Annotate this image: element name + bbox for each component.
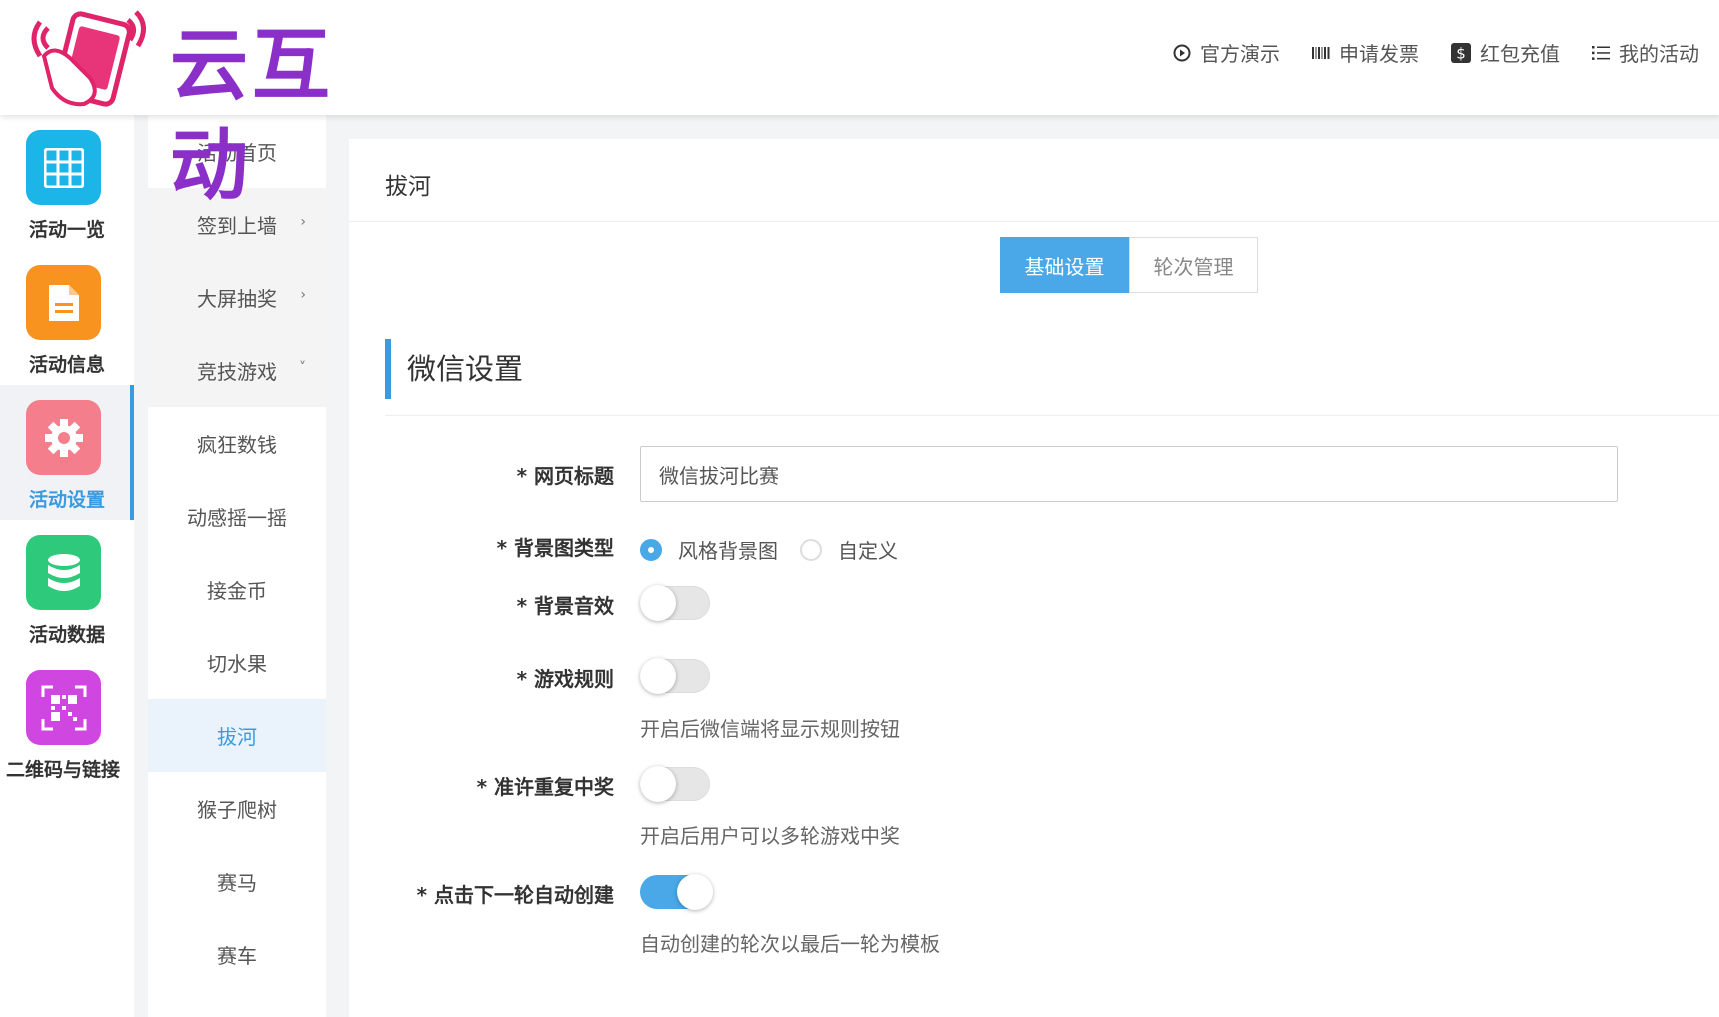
chevron-down-icon: ˅ xyxy=(299,360,306,376)
submenu-label: 切水果 xyxy=(207,652,267,676)
active-indicator xyxy=(130,385,134,520)
repeat-win-field-label: * 准许重复中奖 xyxy=(476,775,614,799)
submenu-fruit-slice[interactable]: 切水果 xyxy=(148,626,326,699)
sidebar-item-label: 活动一览 xyxy=(28,219,105,241)
radio-checked-icon xyxy=(640,538,662,561)
activity-data-tile xyxy=(26,535,101,610)
submenu-tug-of-war[interactable]: 拔河 xyxy=(148,699,326,772)
radio-label: 风格背景图 xyxy=(678,539,778,563)
sidebar-item-activity-data[interactable]: 活动数据 xyxy=(0,520,134,655)
submenu-label: 大屏抽奖 xyxy=(197,287,277,311)
submenu-competitive-games[interactable]: 竞技游戏 ˅ xyxy=(148,334,326,407)
brand-name: 云互动 xyxy=(170,21,335,211)
qrcode-links-tile xyxy=(26,670,101,745)
document-icon xyxy=(48,284,79,321)
activity-settings-tile xyxy=(26,400,101,475)
toggle-knob xyxy=(677,874,713,910)
qrcode-icon xyxy=(41,685,86,730)
primary-sidebar: 活动一览 活动信息 活动设置 活动数据 二维码与链接 xyxy=(0,115,134,1017)
auto-create-hint: 自动创建的轮次以最后一轮为模板 xyxy=(640,932,940,956)
submenu-label: 赛马 xyxy=(217,871,257,895)
game-rules-field-label: * 游戏规则 xyxy=(516,667,614,691)
database-icon xyxy=(47,553,80,591)
submenu-label: 接金币 xyxy=(207,579,267,603)
bg-type-radio-group: 风格背景图 自定义 xyxy=(640,535,920,564)
sidebar-item-label: 二维码与链接 xyxy=(5,759,120,781)
divider xyxy=(349,221,1719,222)
tab-round-management[interactable]: 轮次管理 xyxy=(1129,237,1258,293)
game-rules-hint: 开启后微信端将显示规则按钮 xyxy=(640,717,900,741)
game-rules-toggle[interactable] xyxy=(640,658,710,694)
section-title: 微信设置 xyxy=(385,339,523,399)
bg-sound-toggle[interactable] xyxy=(640,585,710,621)
list-icon xyxy=(1592,45,1610,60)
submenu-label: 拔河 xyxy=(217,725,257,749)
bg-type-field-label: * 背景图类型 xyxy=(496,536,614,560)
chevron-right-icon: › xyxy=(300,214,306,230)
submenu-horse-race[interactable]: 赛马 xyxy=(148,845,326,918)
sidebar-item-label: 活动信息 xyxy=(28,354,105,376)
chevron-right-icon: › xyxy=(300,287,306,303)
submenu-label: 猴子爬树 xyxy=(197,798,277,822)
nav-redpacket-recharge-label: 红包充值 xyxy=(1480,42,1560,66)
radio-label: 自定义 xyxy=(838,539,898,563)
page-title-input[interactable] xyxy=(640,446,1618,502)
toggle-knob xyxy=(640,585,676,621)
submenu-monkey-climb[interactable]: 猴子爬树 xyxy=(148,772,326,845)
nav-official-demo-label: 官方演示 xyxy=(1200,42,1280,66)
bg-sound-field-label: * 背景音效 xyxy=(516,594,614,618)
submenu-catch-coins[interactable]: 接金币 xyxy=(148,553,326,626)
play-circle-icon xyxy=(1173,44,1191,61)
activity-overview-tile xyxy=(26,130,101,205)
page-title-field-label: * 网页标题 xyxy=(516,464,614,488)
radio-style-background[interactable]: 风格背景图 xyxy=(640,535,778,564)
phone-logo-icon xyxy=(31,10,146,107)
submenu-label: 赛车 xyxy=(217,944,257,968)
sidebar-item-label: 活动设置 xyxy=(28,489,105,511)
svg-text:$: $ xyxy=(1456,44,1466,62)
activity-info-tile xyxy=(26,265,101,340)
secondary-sidebar: 活动首页 签到上墙 › 大屏抽奖 › 竞技游戏 ˅ 疯狂数钱 动感摇一摇 接金币… xyxy=(148,115,326,1017)
barcode-icon xyxy=(1312,46,1330,59)
brand-logo[interactable]: 云互动 xyxy=(30,6,410,211)
radio-custom-background[interactable]: 自定义 xyxy=(800,535,898,564)
sidebar-item-activity-overview[interactable]: 活动一览 xyxy=(0,115,134,250)
sidebar-item-label: 活动数据 xyxy=(28,624,105,646)
grid-icon xyxy=(43,147,84,188)
divider xyxy=(385,415,1719,416)
submenu-label: 疯狂数钱 xyxy=(197,433,277,457)
sidebar-item-activity-settings[interactable]: 活动设置 xyxy=(0,385,134,520)
settings-tabs: 基础设置 轮次管理 xyxy=(1000,237,1258,293)
nav-apply-invoice[interactable]: 申请发票 xyxy=(1312,38,1419,67)
top-navigation: 官方演示 申请发票 $ 红包充值 我的活动 xyxy=(1173,38,1699,67)
nav-my-activities-label: 我的活动 xyxy=(1619,42,1699,66)
tab-basic-settings[interactable]: 基础设置 xyxy=(1000,237,1129,293)
submenu-shake[interactable]: 动感摇一摇 xyxy=(148,480,326,553)
top-header: 云互动 官方演示 申请发票 $ 红包充值 我的活动 xyxy=(0,0,1719,211)
submenu-label: 动感摇一摇 xyxy=(187,506,287,530)
nav-apply-invoice-label: 申请发票 xyxy=(1339,42,1419,66)
sidebar-item-activity-info[interactable]: 活动信息 xyxy=(0,250,134,385)
submenu-car-race[interactable]: 赛车 xyxy=(148,918,326,991)
auto-create-field-label: * 点击下一轮自动创建 xyxy=(416,883,614,907)
gear-icon xyxy=(44,418,83,457)
repeat-win-toggle[interactable] xyxy=(640,766,710,802)
submenu-big-screen-lottery[interactable]: 大屏抽奖 › xyxy=(148,261,326,334)
sidebar-item-qrcode-links[interactable]: 二维码与链接 xyxy=(0,655,134,790)
radio-unchecked-icon xyxy=(800,538,822,561)
nav-official-demo[interactable]: 官方演示 xyxy=(1173,38,1280,67)
nav-redpacket-recharge[interactable]: $ 红包充值 xyxy=(1451,38,1560,67)
toggle-knob xyxy=(640,658,676,694)
toggle-knob xyxy=(640,766,676,802)
repeat-win-hint: 开启后用户可以多轮游戏中奖 xyxy=(640,824,900,848)
auto-create-toggle[interactable] xyxy=(640,874,713,910)
nav-my-activities[interactable]: 我的活动 xyxy=(1592,38,1699,67)
submenu-label: 竞技游戏 xyxy=(197,360,277,384)
submenu-crazy-money-count[interactable]: 疯狂数钱 xyxy=(148,407,326,480)
main-content: 拔河 基础设置 轮次管理 微信设置 * 网页标题 * 背景图类型 风格背景图 自… xyxy=(349,139,1719,1017)
dollar-icon: $ xyxy=(1451,42,1471,63)
